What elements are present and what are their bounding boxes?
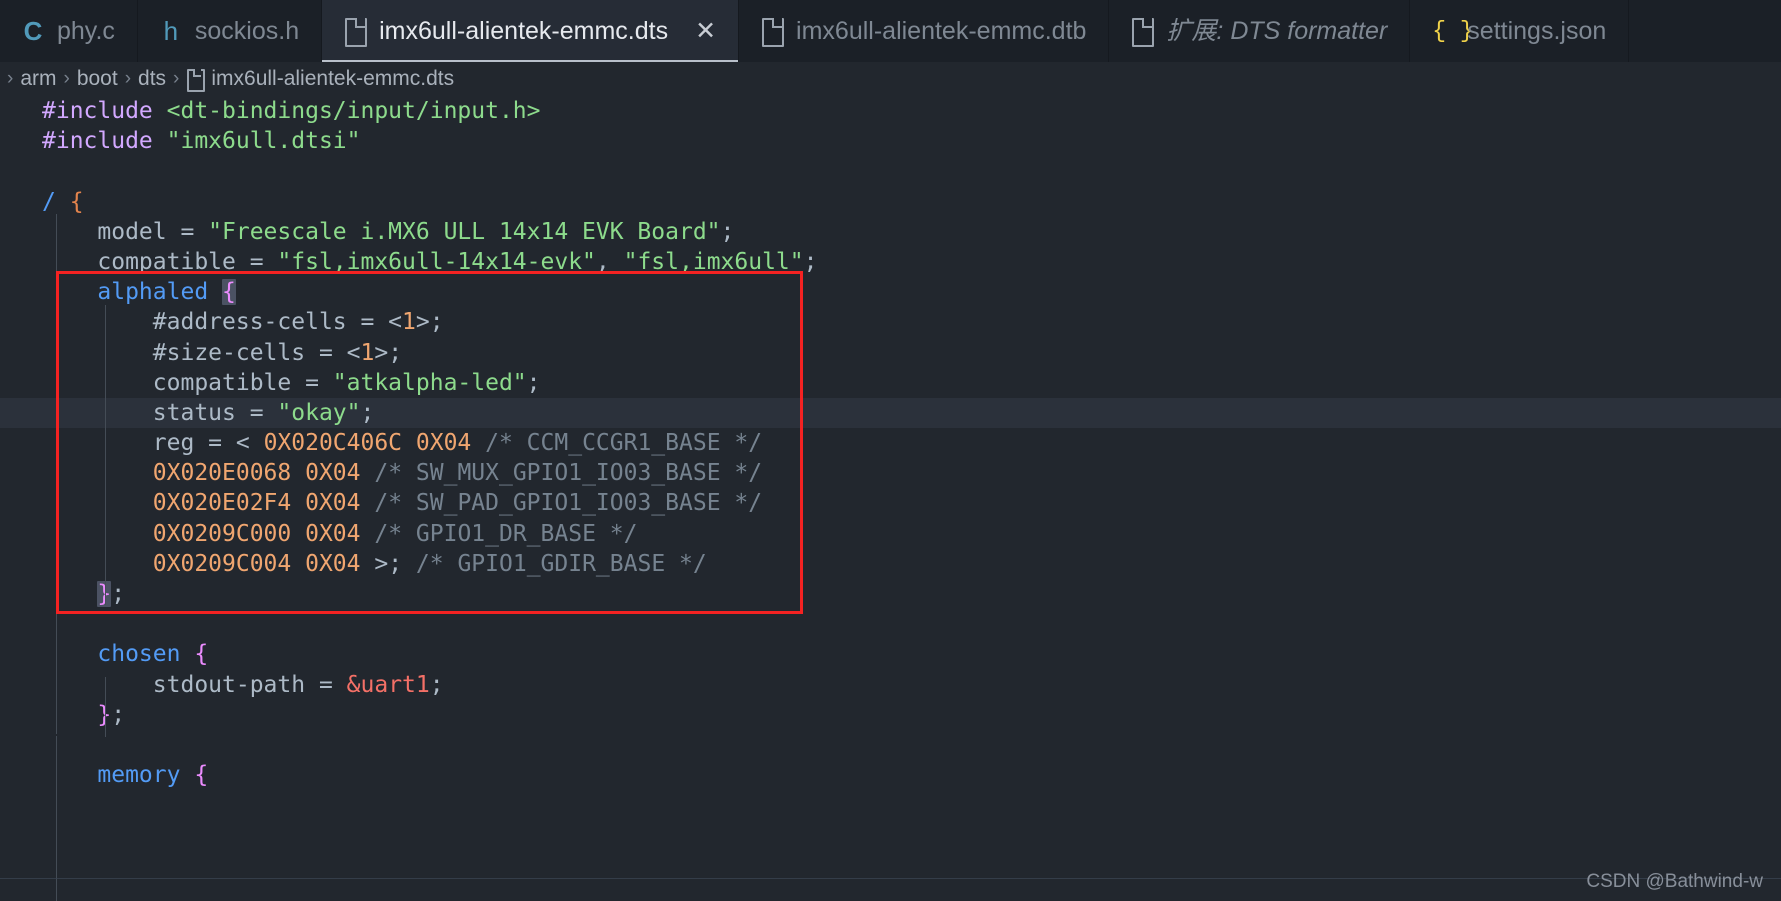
tab-dts-formatter-extension[interactable]: 扩展: DTS formatter <box>1109 0 1411 62</box>
document-icon <box>344 17 368 47</box>
document-icon <box>1131 17 1155 47</box>
tab-settings-json[interactable]: { } settings.json <box>1410 0 1630 62</box>
document-icon <box>186 69 206 92</box>
tab-sockios-h[interactable]: h sockios.h <box>137 0 323 62</box>
code-line: #address-cells = <1>; <box>152 309 444 336</box>
watermark-rule <box>0 878 1781 879</box>
document-icon <box>761 17 785 47</box>
tab-label: imx6ull-alientek-emmc.dtb <box>796 16 1087 45</box>
indent-guide <box>105 677 106 737</box>
breadcrumb-item-arm[interactable]: arm <box>20 67 56 91</box>
code-line: 0X0209C000 0X04 /* GPIO1_DR_BASE */ <box>152 520 638 547</box>
breadcrumb-separator: › <box>63 68 70 89</box>
code-line: }; <box>97 701 126 728</box>
code-line: 0X020E0068 0X04 /* SW_MUX_GPIO1_IO03_BAS… <box>152 460 763 487</box>
code-line: reg = < 0X020C406C 0X04 /* CCM_CCGR1_BAS… <box>152 430 763 457</box>
code-line: 0X0209C004 0X04 >; /* GPIO1_GDIR_BASE */ <box>152 550 707 577</box>
tab-label: sockios.h <box>194 16 300 45</box>
indent-guide <box>105 305 106 605</box>
code-line: #include "imx6ull.dtsi" <box>42 128 361 155</box>
code-line: compatible = "atkalpha-led"; <box>152 369 541 396</box>
breadcrumb-separator: › <box>124 68 132 89</box>
tab-phy-c[interactable]: C phy.c <box>0 0 138 62</box>
json-file-icon: { } <box>1432 17 1474 44</box>
tab-imx6ull-alientek-emmc-dtb[interactable]: imx6ull-alientek-emmc.dtb <box>739 0 1110 62</box>
vscode-window: C phy.c h sockios.h imx6ull-alientek-emm… <box>0 0 1781 901</box>
code-line: #include <dt-bindings/input/input.h> <box>42 98 541 124</box>
code-line: alphaled { <box>97 279 236 306</box>
tab-imx6ull-alientek-emmc-dts[interactable]: imx6ull-alientek-emmc.dts ✕ <box>322 0 740 62</box>
code-line: 0X020E02F4 0X04 /* SW_PAD_GPIO1_IO03_BAS… <box>152 490 763 517</box>
code-line: compatible = "fsl,imx6ull-14x14-evk", "f… <box>97 248 818 275</box>
code-line: / { <box>42 188 84 215</box>
code-line: chosen { <box>97 641 209 668</box>
code-editor[interactable]: #include <dt-bindings/input/input.h> #in… <box>0 96 1781 901</box>
code-line: stdout-path = &uart1; <box>152 671 444 698</box>
watermark: CSDN @Bathwind-w <box>1586 871 1763 892</box>
breadcrumb-item-dts[interactable]: dts <box>138 67 166 91</box>
breadcrumb: › arm › boot › dts › imx6ull-alientek-em… <box>0 62 1781 96</box>
code-lines: #include <dt-bindings/input/input.h> #in… <box>0 96 1781 790</box>
tab-label: phy.c <box>57 16 115 45</box>
code-line-current: status = "okay"; <box>0 397 1781 429</box>
tab-label: imx6ull-alientek-emmc.dts <box>379 16 669 45</box>
c-file-icon: C <box>23 16 43 46</box>
close-icon[interactable]: ✕ <box>695 18 716 44</box>
breadcrumb-item-boot[interactable]: boot <box>77 67 118 91</box>
indent-guide <box>56 214 57 734</box>
editor-tab-bar: C phy.c h sockios.h imx6ull-alientek-emm… <box>0 0 1781 62</box>
code-line: #size-cells = <1>; <box>152 339 403 366</box>
breadcrumb-file-label: imx6ull-alientek-emmc.dts <box>211 67 455 90</box>
breadcrumb-item-file[interactable]: imx6ull-alientek-emmc.dts <box>186 67 455 92</box>
code-line: memory { <box>97 762 209 789</box>
breadcrumb-separator: › <box>7 68 14 89</box>
tab-label: settings.json <box>1467 16 1607 45</box>
tab-label: 扩展: DTS formatter <box>1166 16 1388 45</box>
code-line: model = "Freescale i.MX6 ULL 14x14 EVK B… <box>97 218 735 245</box>
h-file-icon: h <box>163 16 179 46</box>
indent-guide <box>56 736 57 901</box>
breadcrumb-separator: › <box>173 68 180 89</box>
code-line: }; <box>0 579 1781 609</box>
